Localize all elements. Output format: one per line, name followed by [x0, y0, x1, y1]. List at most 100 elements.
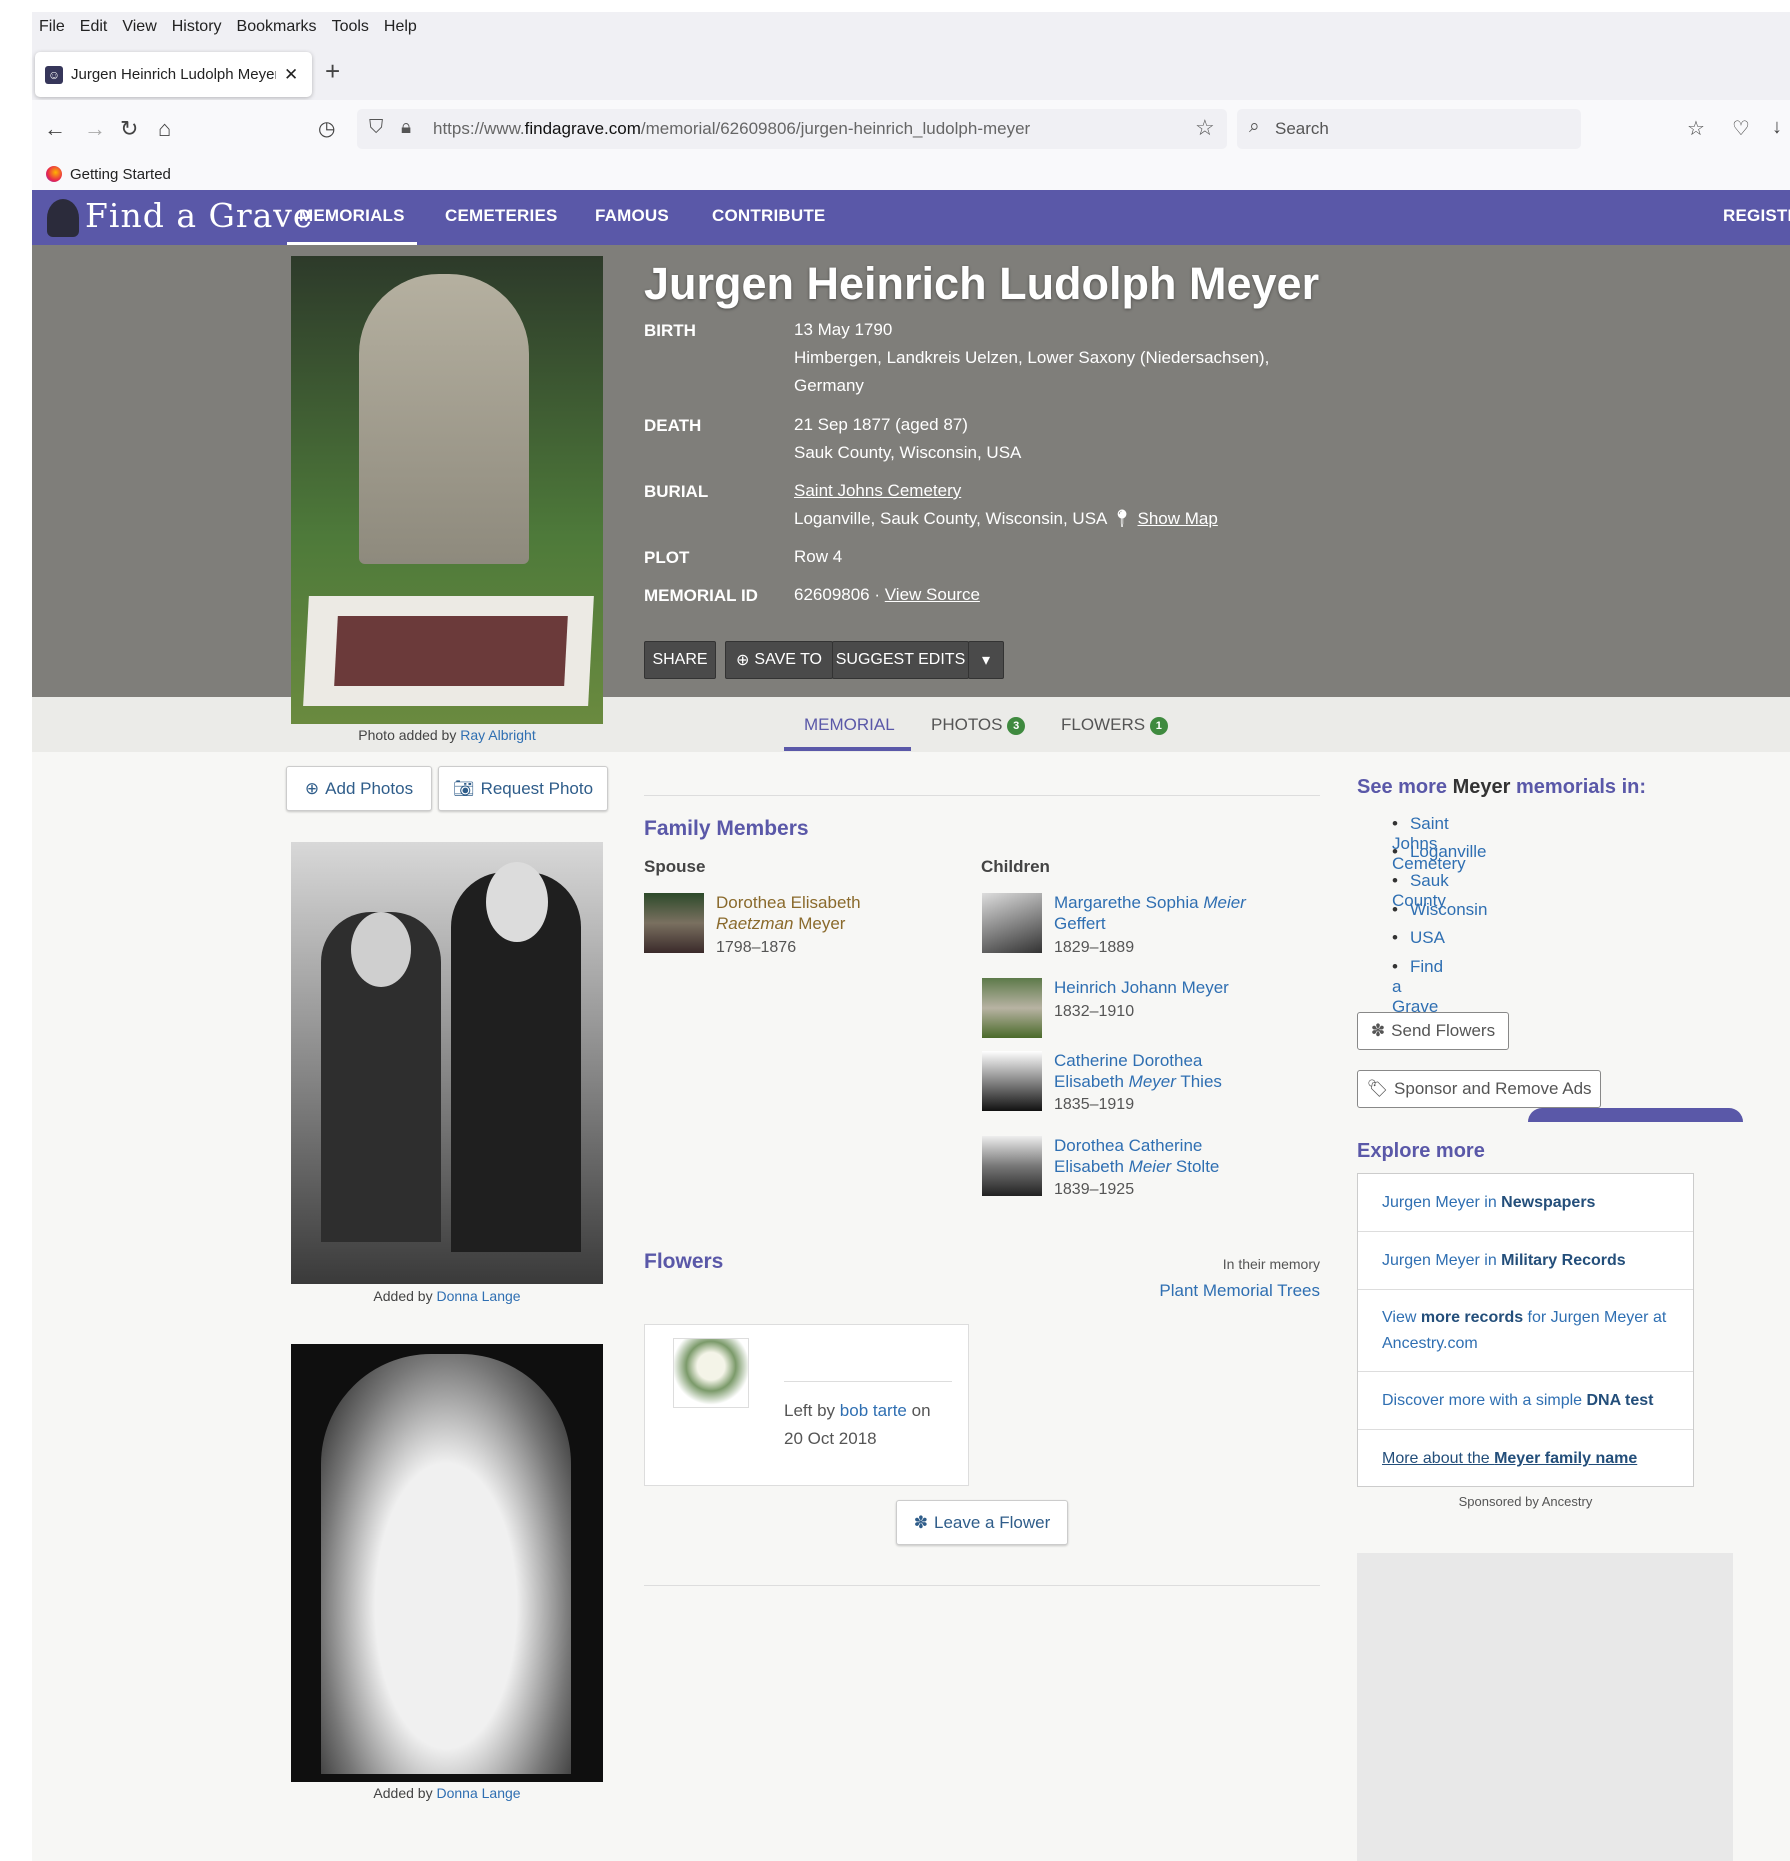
explore-newspapers-link[interactable]: Jurgen Meyer in Newspapers: [1358, 1174, 1693, 1232]
menu-file[interactable]: File: [39, 18, 65, 36]
death-label: DEATH: [644, 416, 702, 435]
back-icon[interactable]: ←: [44, 116, 66, 142]
memorial-name: Jurgen Heinrich Ludolph Meyer: [644, 258, 1320, 309]
nav-memorials[interactable]: MEMORIALS: [287, 206, 417, 246]
search-input[interactable]: ⌕ Search: [1237, 109, 1581, 149]
view-source-link[interactable]: View Source: [885, 585, 980, 604]
menu-history[interactable]: History: [172, 18, 222, 36]
explore-military-link[interactable]: Jurgen Meyer in Military Records: [1358, 1232, 1693, 1290]
child-link[interactable]: Margarethe Sophia Meier Geffert: [1054, 892, 1246, 934]
menu-help[interactable]: Help: [384, 18, 417, 36]
explore-family-name-link[interactable]: More about the Meyer family name: [1358, 1430, 1693, 1488]
sponsor-button[interactable]: 🏷︎ Sponsor and Remove Ads: [1357, 1070, 1601, 1108]
save-to-button[interactable]: ⊕ SAVE TO: [725, 641, 833, 679]
logo-text: Find a Grave: [85, 196, 314, 235]
plant-trees-link[interactable]: Plant Memorial Trees: [1100, 1281, 1320, 1301]
camera-icon: 📷︎: [452, 778, 475, 798]
flower-image: [673, 1338, 749, 1408]
show-map-link[interactable]: Show Map: [1138, 509, 1218, 528]
flower-user-link[interactable]: bob tarte: [840, 1401, 907, 1420]
child-thumbnail[interactable]: [982, 1051, 1042, 1111]
explore-records-link[interactable]: View more records for Jurgen Meyer at An…: [1358, 1290, 1693, 1372]
birth-label: BIRTH: [644, 321, 696, 340]
photo3-contributor-link[interactable]: Donna Lange: [436, 1785, 520, 1801]
bookmarks-toolbar: Getting Started: [32, 158, 1790, 190]
child-link[interactable]: Dorothea Catherine Elisabeth Meier Stolt…: [1054, 1135, 1219, 1177]
explore-box: Jurgen Meyer in Newspapers Jurgen Meyer …: [1357, 1173, 1694, 1487]
spouse-link[interactable]: Dorothea Elisabeth Raetzman Meyer: [716, 892, 861, 934]
new-tab-icon[interactable]: +: [325, 56, 340, 87]
death-date: 21 Sep 1877 (aged 87): [794, 415, 968, 434]
forward-icon[interactable]: →: [84, 116, 106, 142]
plus-circle-icon: ⊕: [304, 778, 320, 798]
share-button[interactable]: SHARE: [644, 641, 716, 679]
flower-card: Left by bob tarte on 20 Oct 2018: [644, 1324, 969, 1486]
tracking-shield-icon[interactable]: ⛉: [369, 117, 383, 139]
nav-contribute[interactable]: CONTRIBUTE: [712, 206, 825, 226]
child-thumbnail[interactable]: [982, 893, 1042, 953]
child-thumbnail[interactable]: [982, 1136, 1042, 1196]
suggest-edits-button[interactable]: SUGGEST EDITS: [832, 641, 969, 679]
history-clock-icon[interactable]: ◷: [318, 116, 335, 141]
menu-view[interactable]: View: [122, 18, 156, 36]
flowers-count-badge: 1: [1149, 716, 1168, 735]
leave-flower-button[interactable]: ✽ Leave a Flower: [896, 1500, 1068, 1545]
nav-famous[interactable]: FAMOUS: [595, 206, 669, 226]
family-portrait-photo[interactable]: [291, 842, 603, 1284]
spouse-heading: Spouse: [644, 857, 706, 876]
spouse-thumbnail[interactable]: [644, 893, 704, 953]
sponsored-label: Sponsored by Ancestry: [1458, 1494, 1593, 1509]
nav-cemeteries[interactable]: CEMETERIES: [445, 206, 558, 226]
menu-edit[interactable]: Edit: [80, 18, 108, 36]
tab-title: Jurgen Heinrich Ludolph Meyer: [71, 66, 276, 83]
bookmark-star-icon[interactable]: ☆: [1195, 115, 1215, 141]
list-item[interactable]: USA: [1392, 928, 1445, 948]
flower-icon: ✽: [913, 1512, 928, 1532]
url-path: /memorial/62609806/jurgen-heinrich_ludol…: [640, 119, 1031, 138]
headstone-rubbing-photo[interactable]: [291, 1344, 603, 1782]
firefox-icon: [46, 166, 62, 182]
send-flowers-button[interactable]: ✽ Send Flowers: [1357, 1012, 1509, 1050]
photo-contributor-link[interactable]: Ray Albright: [460, 727, 535, 743]
main-gravestone-photo[interactable]: [291, 256, 603, 724]
child-years: 1829–1889: [1054, 939, 1135, 956]
url-domain: findagrave.com: [524, 119, 641, 138]
more-actions-dropdown[interactable]: ▾: [968, 641, 1004, 679]
account-icon[interactable]: ☆: [1687, 116, 1705, 141]
lock-icon[interactable]: 🔒︎: [401, 117, 411, 139]
child-thumbnail[interactable]: [982, 978, 1042, 1038]
pocket-icon[interactable]: ♡: [1732, 116, 1750, 141]
floating-panel-tab[interactable]: [1528, 1108, 1743, 1122]
find-a-grave-logo[interactable]: Find a Grave: [47, 196, 313, 237]
cemetery-link[interactable]: Saint Johns Cemetery: [794, 481, 961, 500]
downloads-icon[interactable]: ↓: [1772, 116, 1782, 139]
reload-icon[interactable]: ↻: [120, 116, 138, 142]
add-photos-button[interactable]: ⊕ Add Photos: [286, 766, 432, 811]
tab-flowers[interactable]: FLOWERS 1: [1061, 715, 1168, 735]
address-bar[interactable]: ⛉ 🔒︎ https://www. findagrave.com/memorial…: [357, 109, 1227, 149]
menu-bookmarks[interactable]: Bookmarks: [237, 18, 317, 36]
browser-tab[interactable]: ☺ Jurgen Heinrich Ludolph Meyer ✕: [35, 52, 312, 97]
site-navbar: Find a Grave MEMORIALS CEMETERIES FAMOUS…: [32, 190, 1790, 246]
memorial-id-value: 62609806 · View Source: [794, 581, 980, 609]
photos-count-badge: 3: [1007, 716, 1026, 735]
bookmark-getting-started[interactable]: Getting Started: [70, 166, 171, 183]
home-icon[interactable]: ⌂: [158, 116, 171, 142]
list-item[interactable]: Wisconsin: [1392, 900, 1487, 920]
nav-register[interactable]: REGISTE: [1723, 206, 1790, 226]
explore-dna-link[interactable]: Discover more with a simple DNA test: [1358, 1372, 1693, 1430]
child-link[interactable]: Catherine Dorothea Elisabeth Meyer Thies: [1054, 1050, 1222, 1092]
list-item[interactable]: Find a Grave: [1392, 957, 1443, 1017]
menu-tools[interactable]: Tools: [332, 18, 369, 36]
explore-heading: Explore more: [1357, 1140, 1485, 1162]
child-link[interactable]: Heinrich Johann Meyer: [1054, 977, 1229, 998]
request-photo-button[interactable]: 📷︎ Request Photo: [438, 766, 608, 811]
burial-place: Loganville, Sauk County, Wisconsin, USA: [794, 509, 1107, 528]
photo2-contributor-link[interactable]: Donna Lange: [436, 1288, 520, 1304]
tab-photos[interactable]: PHOTOS 3: [931, 715, 1026, 735]
close-tab-icon[interactable]: ✕: [284, 65, 298, 85]
tab-memorial[interactable]: MEMORIAL: [804, 715, 895, 735]
in-memory-label: In their memory: [1222, 1256, 1320, 1272]
main-photo-caption: Photo added by Ray Albright: [358, 727, 536, 743]
list-item[interactable]: Loganville: [1392, 842, 1487, 862]
